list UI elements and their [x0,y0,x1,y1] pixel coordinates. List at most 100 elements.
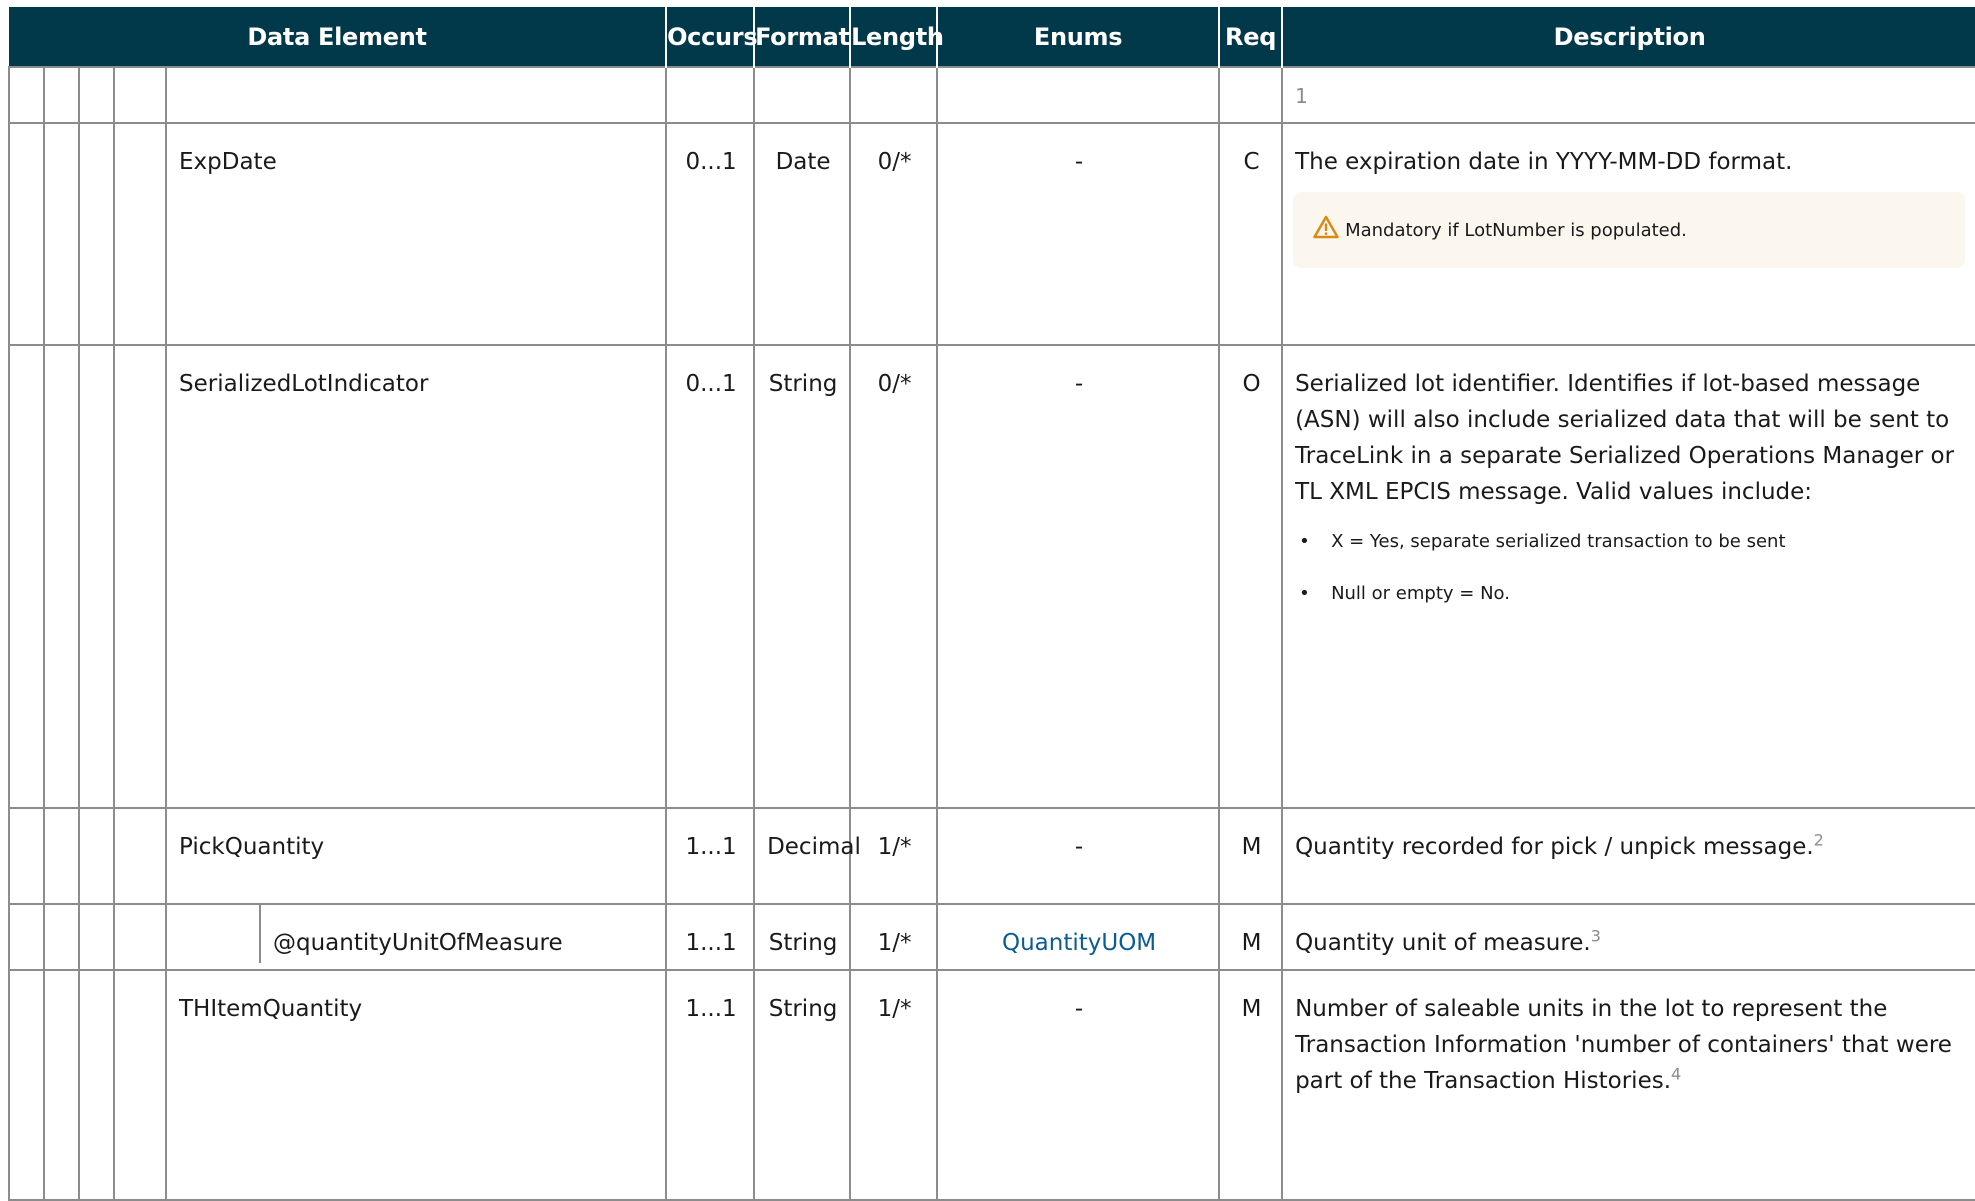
indent-cell [78,807,115,905]
length-value: 1/* [877,930,912,956]
description-text: Quantity recorded for pick / unpick mess… [1295,834,1814,860]
format-value: String [768,371,838,397]
length-cell: 1/* [849,969,939,1201]
indent-cell [78,66,115,124]
list-item: X = Yes, separate serialized transaction… [1299,520,1965,564]
description-text: The expiration date in YYYY-MM-DD format… [1295,149,1793,175]
enums-value: - [1074,834,1084,860]
table-row: THItemQuantity 1...1 String 1/* - M Numb… [8,969,1975,1201]
element-name: @quantityUnitOfMeasure [273,930,563,956]
indent-cell [78,344,115,809]
footnote-link[interactable]: 3 [1591,926,1601,945]
enums-cell: - [936,122,1221,346]
indent-cell [113,344,167,809]
header-enums: Enums [937,7,1221,67]
warning-triangle-icon [1313,215,1339,250]
indent-cell [78,969,115,1201]
occurs-value: 0...1 [685,149,737,175]
format-value: Decimal [767,834,861,860]
indent-cell [113,903,167,971]
length-cell [849,66,939,124]
req-value: C [1243,149,1260,175]
req-cell: C [1218,122,1284,346]
indent-cell [43,903,80,971]
nested-name-wrapper: @quantityUnitOfMeasure [167,905,665,963]
footnote-link[interactable]: 4 [1671,1064,1681,1083]
indent-cell [78,122,115,346]
table-row: 1 [8,66,1975,124]
table-row: PickQuantity 1...1 Decimal 1/* - M Quant… [8,807,1975,905]
table-row: ExpDate 0...1 Date 0/* - C The expiratio… [8,122,1975,346]
warning-text: Mandatory if LotNumber is populated. [1345,220,1687,241]
indent-cell [8,122,45,346]
length-value: 0/* [877,149,912,175]
format-cell: Decimal [753,807,861,905]
data-element-table: Data Element Occurs Format Length Enums … [8,7,1975,1201]
occurs-cell: 0...1 [665,122,756,346]
header-data-element: Data Element [9,7,668,67]
req-value: O [1242,371,1261,397]
req-value: M [1241,996,1262,1022]
occurs-cell: 1...1 [665,807,756,905]
indent-cell [8,903,45,971]
length-cell: 1/* [849,903,939,971]
occurs-cell: 1...1 [665,969,756,1201]
description-cell: Quantity unit of measure.3 [1281,903,1975,971]
description-block: Serialized lot identifier. Identifies if… [1283,346,1975,632]
format-cell [753,66,852,124]
format-value: Date [775,149,831,175]
length-value: 0/* [877,371,912,397]
indent-cell [113,66,167,124]
indent-cell [8,969,45,1201]
length-cell: 0/* [849,122,939,346]
occurs-cell: 1...1 [665,903,756,971]
description-cell: Serialized lot identifier. Identifies if… [1281,344,1975,809]
enums-cell [936,66,1221,124]
indent-cell [43,66,80,124]
warning-note: Mandatory if LotNumber is populated. [1293,192,1966,268]
occurs-value: 1...1 [685,930,737,956]
enums-cell: - [936,807,1221,905]
indent-cell [43,344,80,809]
description-cell: The expiration date in YYYY-MM-DD format… [1281,122,1975,346]
name-cell: THItemQuantity [164,969,668,1201]
occurs-value: 0...1 [685,371,737,397]
enums-value: - [1074,149,1084,175]
format-cell: Date [753,122,852,346]
indent-cell [167,905,261,963]
enum-link[interactable]: QuantityUOM [1002,930,1156,956]
occurs-cell [665,66,756,124]
header-format: Format [754,7,852,67]
table-row: @quantityUnitOfMeasure 1...1 String 1/* … [8,903,1975,971]
description-text: Serialized lot identifier. Identifies if… [1295,371,1955,505]
name-cell: @quantityUnitOfMeasure [164,903,668,971]
occurs-cell: 0...1 [665,344,756,809]
description-text: Quantity unit of measure. [1295,930,1591,956]
indent-cell [113,122,167,346]
format-cell: String [753,903,852,971]
description-block: The expiration date in YYYY-MM-DD format… [1283,124,1975,280]
name-cell [164,66,668,124]
indent-cell [43,122,80,346]
header-req: Req [1219,7,1284,67]
list-item: Null or empty = No. [1299,572,1965,616]
header-description: Description [1282,7,1975,67]
format-value: String [768,930,838,956]
description-cell: 1 [1281,66,1975,124]
req-cell: M [1218,969,1284,1201]
req-cell: M [1218,807,1284,905]
format-value: String [768,996,838,1022]
element-name: THItemQuantity [179,996,363,1022]
header-occurs: Occurs [666,7,758,67]
element-name: SerializedLotIndicator [179,371,429,397]
name-cell: PickQuantity [164,807,668,905]
indent-cell [8,807,45,905]
indent-cell [43,807,80,905]
footnote-fragment: 1 [1295,84,1308,108]
valid-values-list: X = Yes, separate serialized transaction… [1295,520,1965,616]
format-cell: String [753,344,852,809]
indent-cell [78,903,115,971]
name-cell: SerializedLotIndicator [164,344,668,809]
footnote-link[interactable]: 2 [1814,830,1824,849]
enums-cell: QuantityUOM [936,903,1221,971]
